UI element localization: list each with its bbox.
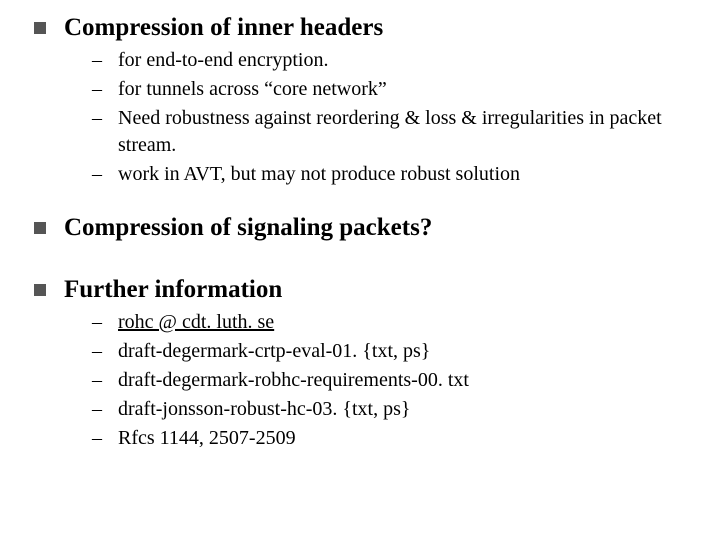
dash-bullet-icon: – [92,76,110,103]
dash-bullet-icon: – [92,161,110,188]
list-item-text: Rfcs 1144, 2507-2509 [118,425,692,452]
list-item: – draft-degermark-crtp-eval-01. {txt, ps… [92,338,692,365]
list-item-text: Need robustness against reordering & los… [118,105,692,159]
spacer [28,248,692,274]
list-item: – Need robustness against reordering & l… [92,105,692,159]
list-item: – for end-to-end encryption. [92,47,692,74]
list-item: – for tunnels across “core network” [92,76,692,103]
list-item: – draft-jonsson-robust-hc-03. {txt, ps} [92,396,692,423]
email-link[interactable]: rohc @ cdt. luth. se [118,311,274,333]
list-item-text: for end-to-end encryption. [118,47,692,74]
list-item-text: draft-jonsson-robust-hc-03. {txt, ps} [118,396,692,423]
dash-bullet-icon: – [92,367,110,394]
dash-bullet-icon: – [92,396,110,423]
list-item: – rohc @ cdt. luth. se [92,309,692,336]
bullet-row: Further information [28,274,692,305]
list-item-text: draft-degermark-robhc-requirements-00. t… [118,367,692,394]
bullet-row: Compression of inner headers [28,12,692,43]
square-bullet-icon [34,284,46,296]
slide-body: Compression of inner headers – for end-t… [0,0,720,488]
section-heading: Compression of signaling packets? [64,212,432,243]
list-item: – Rfcs 1144, 2507-2509 [92,425,692,452]
dash-bullet-icon: – [92,309,110,336]
dash-bullet-icon: – [92,425,110,452]
bullet-row: Compression of signaling packets? [28,212,692,243]
dash-bullet-icon: – [92,47,110,74]
list-item-text: for tunnels across “core network” [118,76,692,103]
list-item-text: work in AVT, but may not produce robust … [118,161,692,188]
dash-bullet-icon: – [92,338,110,365]
square-bullet-icon [34,222,46,234]
list-item: – draft-degermark-robhc-requirements-00.… [92,367,692,394]
section-heading: Further information [64,274,282,305]
list-item: – work in AVT, but may not produce robus… [92,161,692,188]
sub-list: – rohc @ cdt. luth. se – draft-degermark… [28,309,692,452]
square-bullet-icon [34,22,46,34]
list-item-text: rohc @ cdt. luth. se [118,309,692,336]
dash-bullet-icon: – [92,105,110,132]
list-item-text: draft-degermark-crtp-eval-01. {txt, ps} [118,338,692,365]
sub-list: – for end-to-end encryption. – for tunne… [28,47,692,188]
section-heading: Compression of inner headers [64,12,383,43]
